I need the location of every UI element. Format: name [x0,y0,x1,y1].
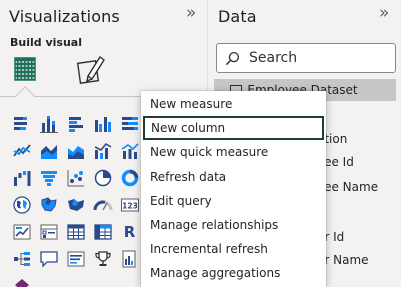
trophy-icon[interactable] [89,245,116,272]
menu-item-manage-relationships[interactable]: Manage relationships [141,213,326,237]
context-menu: New measure New column New quick measure… [141,91,326,287]
menu-item-new-measure[interactable]: New measure [141,92,326,116]
line-clustered-column-icon[interactable] [89,137,116,164]
format-visual-button[interactable] [74,52,108,86]
card-icon[interactable]: 123 [116,191,143,218]
stacked-bar-chart-icon[interactable] [8,110,35,137]
clustered-bar-chart-icon[interactable] [62,110,89,137]
line-chart-icon[interactable] [8,137,35,164]
scatter-chart-icon[interactable] [62,164,89,191]
menu-item-edit-query[interactable]: Edit query [141,189,326,213]
clustered-column-chart-icon[interactable] [89,110,116,137]
paginated-report-icon[interactable] [116,245,143,272]
area-chart-icon[interactable] [35,137,62,164]
filled-map-icon[interactable] [35,191,62,218]
smart-narrative-icon[interactable] [62,245,89,272]
line-stacked-column-icon[interactable] [116,137,143,164]
qa-visual-icon[interactable] [35,245,62,272]
decomposition-tree-icon[interactable] [8,245,35,272]
pie-chart-icon[interactable] [89,164,116,191]
search-placeholder: Search [249,50,298,66]
map-icon[interactable] [8,191,35,218]
build-visual-icon [14,57,36,81]
table-icon[interactable] [62,218,89,245]
collapse-data-icon[interactable]: » [379,3,389,23]
search-icon [225,51,240,65]
menu-item-incremental-refresh[interactable]: Incremental refresh [141,237,326,261]
menu-item-new-quick-measure[interactable]: New quick measure [141,140,326,164]
donut-chart-icon[interactable] [116,164,143,191]
build-visual-label: Build visual [10,36,82,49]
visualizations-title: Visualizations [9,7,120,26]
r-script-label: R [123,222,136,241]
menu-item-refresh-data[interactable]: Refresh data [141,165,326,189]
menu-item-manage-aggregations[interactable]: Manage aggregations [141,261,326,285]
kpi-icon[interactable] [8,218,35,245]
waterfall-chart-icon[interactable] [8,164,35,191]
stacked-area-chart-icon[interactable] [62,137,89,164]
100pct-stacked-bar-icon[interactable] [116,110,143,137]
svg-text:123: 123 [122,201,138,210]
power-automate-icon[interactable] [8,272,35,287]
data-title: Data [218,7,257,26]
format-visual-icon [76,55,105,84]
build-visual-button[interactable] [6,50,44,88]
collapse-visualizations-icon[interactable]: » [186,3,196,23]
menu-item-new-column[interactable]: New column [143,116,324,140]
stacked-column-chart-icon[interactable] [35,110,62,137]
funnel-chart-icon[interactable] [35,164,62,191]
slicer-icon[interactable] [35,218,62,245]
field-item[interactable]: yee Name [317,180,378,194]
matrix-icon[interactable] [89,218,116,245]
shape-map-icon[interactable] [62,191,89,218]
search-input[interactable]: Search [216,43,396,73]
gauge-icon[interactable] [89,191,116,218]
r-script-visual-icon[interactable]: R [116,218,143,245]
divider-notch [15,86,35,106]
